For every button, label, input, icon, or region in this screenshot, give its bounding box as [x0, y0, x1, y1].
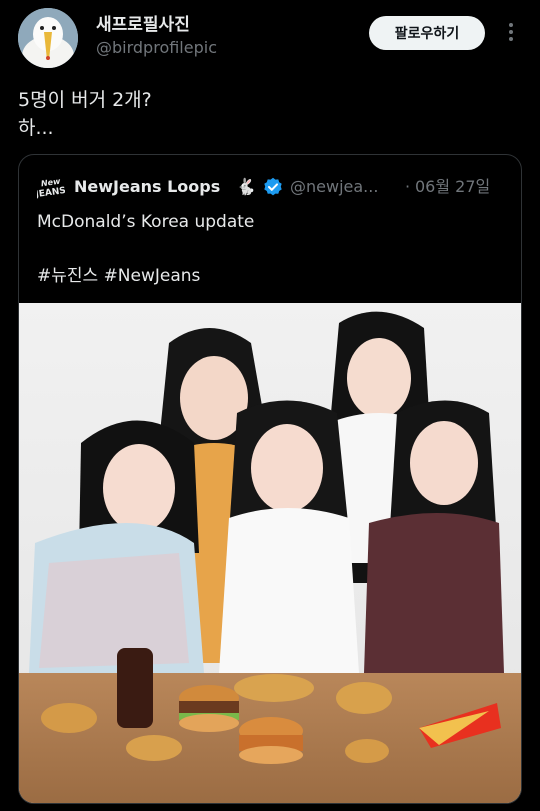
- author-handle[interactable]: @birdprofilepic: [96, 36, 217, 60]
- seagull-avatar-icon: [18, 8, 78, 68]
- newjeans-logo-icon: New JEANS: [37, 177, 65, 199]
- post-line: 하...: [18, 117, 54, 139]
- author-display-name[interactable]: 새프로필사진: [96, 14, 217, 36]
- quoted-date[interactable]: 06월 27일: [415, 175, 490, 199]
- quoted-text-line: [37, 236, 507, 263]
- rabbit-emoji-icon: 🐇: [236, 177, 256, 196]
- quoted-media-image[interactable]: [19, 303, 521, 803]
- quoted-tweet-card[interactable]: New JEANS NewJeans Loops 🐇 @newjea... · …: [18, 154, 522, 804]
- more-options-icon[interactable]: [504, 20, 518, 46]
- quoted-hashtags[interactable]: #뉴진스 #NewJeans: [37, 263, 507, 290]
- post-text: 5명이 버거 2개? 하...: [18, 86, 518, 142]
- author-names: 새프로필사진 @birdprofilepic: [96, 14, 217, 60]
- quoted-text: McDonald’s Korea update #뉴진스 #NewJeans: [37, 209, 507, 290]
- separator-dot: ·: [405, 177, 411, 196]
- post-line: 5명이 버거 2개?: [18, 89, 152, 111]
- quoted-text-line: McDonald’s Korea update: [37, 212, 255, 232]
- quoted-display-name[interactable]: NewJeans Loops: [74, 175, 220, 199]
- tweet-header: 새프로필사진 @birdprofilepic 팔로우하기: [18, 8, 522, 68]
- quoted-handle[interactable]: @newjea...: [290, 175, 378, 199]
- avatar[interactable]: [18, 8, 78, 68]
- verified-badge-icon: [264, 177, 282, 196]
- follow-button[interactable]: 팔로우하기: [369, 16, 485, 50]
- quoted-tweet-header: New JEANS NewJeans Loops 🐇 @newjea... · …: [37, 175, 507, 199]
